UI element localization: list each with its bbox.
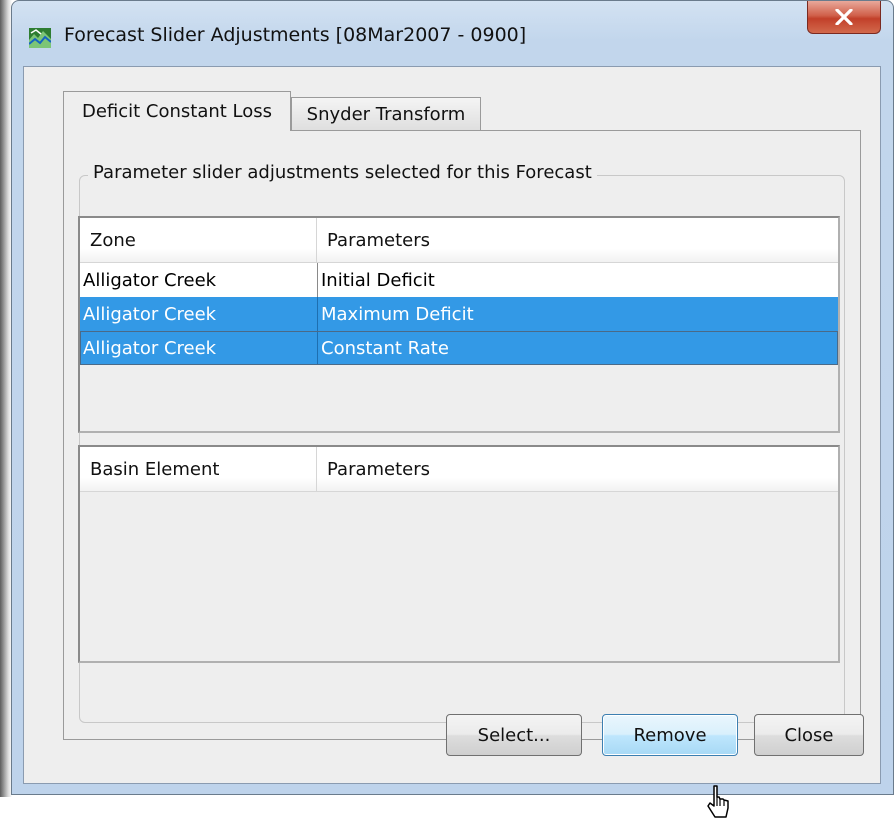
select-button[interactable]: Select... — [446, 714, 582, 756]
remove-button[interactable]: Remove — [602, 714, 738, 756]
dialog-client-area: Deficit Constant Loss Snyder Transform P… — [23, 66, 881, 818]
window-close-button[interactable] — [807, 1, 881, 34]
parameter-cell: Constant Rate — [317, 331, 838, 365]
close-button[interactable]: Close — [754, 714, 864, 756]
dialog-window: Forecast Slider Adjustments [08Mar2007 -… — [11, 0, 894, 818]
parameter-cell: Maximum Deficit — [317, 297, 838, 331]
group-title: Parameter slider adjustments selected fo… — [88, 162, 597, 183]
column-header-parameters[interactable]: Parameters — [317, 218, 838, 262]
column-header-parameters[interactable]: Parameters — [317, 447, 838, 491]
window-title: Forecast Slider Adjustments [08Mar2007 -… — [64, 24, 527, 46]
table-row[interactable]: Alligator Creek Maximum Deficit — [80, 297, 838, 331]
tab-deficit-constant-loss[interactable]: Deficit Constant Loss — [63, 91, 291, 131]
table-row[interactable]: Alligator Creek Initial Deficit — [80, 263, 838, 297]
parameter-cell: Initial Deficit — [317, 263, 838, 297]
tab-panel: Parameter slider adjustments selected fo… — [63, 130, 861, 740]
forecast-app-icon — [29, 28, 51, 48]
table-row[interactable]: Alligator Creek Constant Rate — [80, 331, 838, 365]
mouse-cursor-icon — [707, 785, 729, 818]
column-header-basin-element[interactable]: Basin Element — [80, 447, 317, 491]
zone-parameters-table[interactable]: Zone Parameters Alligator Creek Initial … — [78, 216, 840, 433]
zone-cell: Alligator Creek — [83, 337, 217, 359]
zone-table-header: Zone Parameters — [80, 218, 838, 263]
basin-element-parameters-table[interactable]: Basin Element Parameters — [78, 445, 840, 663]
basin-table-header: Basin Element Parameters — [80, 447, 838, 492]
tab-snyder-transform[interactable]: Snyder Transform — [291, 97, 481, 131]
close-icon — [835, 9, 853, 25]
column-header-zone[interactable]: Zone — [80, 218, 317, 262]
title-bar[interactable]: Forecast Slider Adjustments [08Mar2007 -… — [12, 1, 893, 67]
zone-cell: Alligator Creek — [83, 303, 217, 325]
zone-cell: Alligator Creek — [83, 269, 217, 291]
